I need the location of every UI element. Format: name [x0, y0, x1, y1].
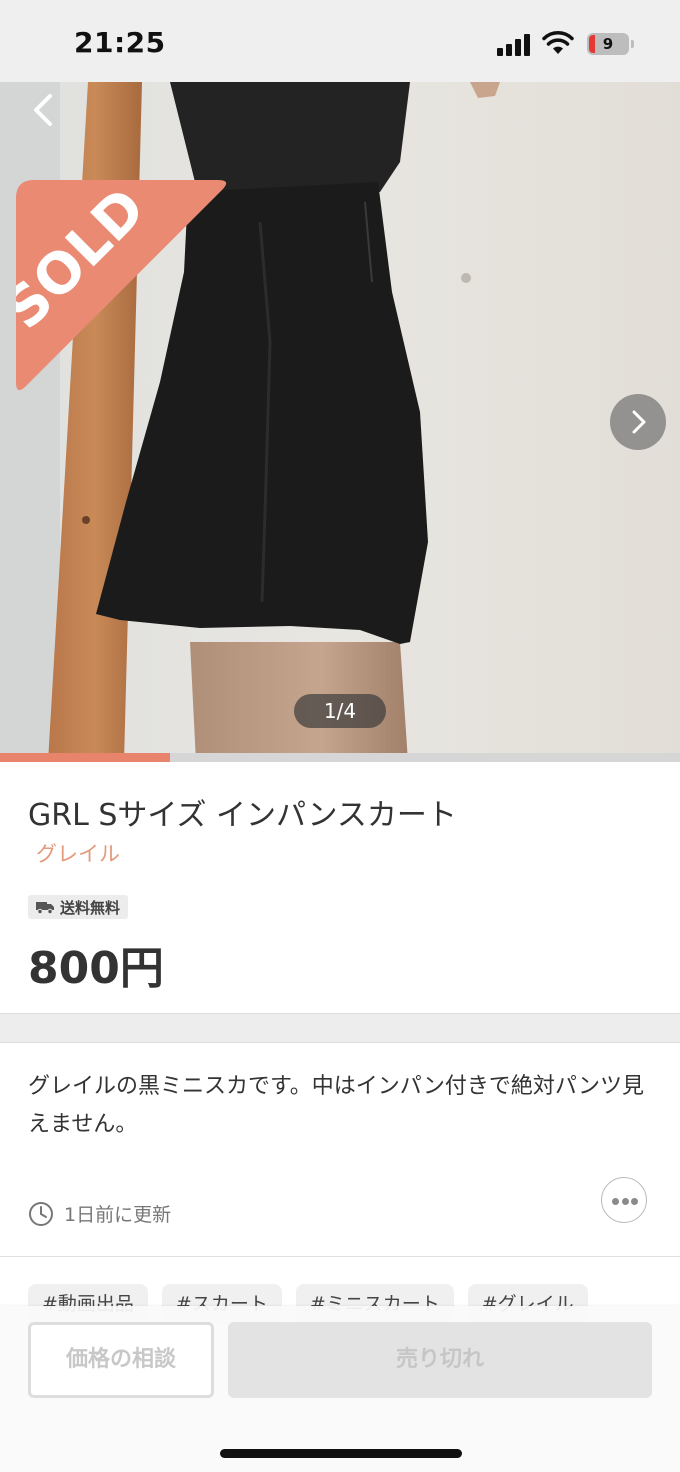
photo-progress [0, 753, 680, 762]
sold-out-button[interactable]: 売り切れ [228, 1322, 652, 1398]
clock-icon [29, 1201, 53, 1226]
separator [0, 1256, 680, 1257]
updated-info: 1日前に更新 [28, 1200, 171, 1227]
wifi-icon [542, 31, 574, 54]
shipping-label: 送料無料 [60, 898, 121, 917]
section-divider [0, 1013, 680, 1043]
signal-icon [497, 34, 531, 56]
chevron-left-icon[interactable] [24, 90, 64, 130]
status-bar: 21:25 9 [0, 0, 680, 82]
price-negotiation-button[interactable]: 価格の相談 [28, 1322, 214, 1398]
truck-icon [36, 901, 54, 914]
item-description: グレイルの黒ミニスカです。中はインパン付きで絶対パンツ見えません。 [28, 1074, 645, 1137]
photo-counter: 1/4 [294, 694, 386, 728]
brand-link[interactable]: グレイル [36, 838, 120, 868]
more-options-button[interactable] [601, 1177, 647, 1223]
home-indicator [220, 1449, 462, 1458]
chevron-right-icon [632, 410, 646, 434]
price: 800円 [28, 943, 164, 994]
photo-progress-fill [0, 753, 170, 762]
status-time: 21:25 [74, 26, 166, 59]
sold-banner: SOLD [16, 180, 227, 391]
next-photo-button[interactable] [610, 394, 666, 450]
battery-icon: 9 [587, 33, 629, 55]
shipping-badge: 送料無料 [28, 895, 129, 919]
item-title: GRL Sサイズ インパンスカート [28, 798, 457, 833]
product-photo[interactable]: SOLD 1/4 [0, 82, 680, 762]
updated-text: 1日前に更新 [64, 1204, 172, 1226]
battery-level: 9 [602, 35, 614, 53]
